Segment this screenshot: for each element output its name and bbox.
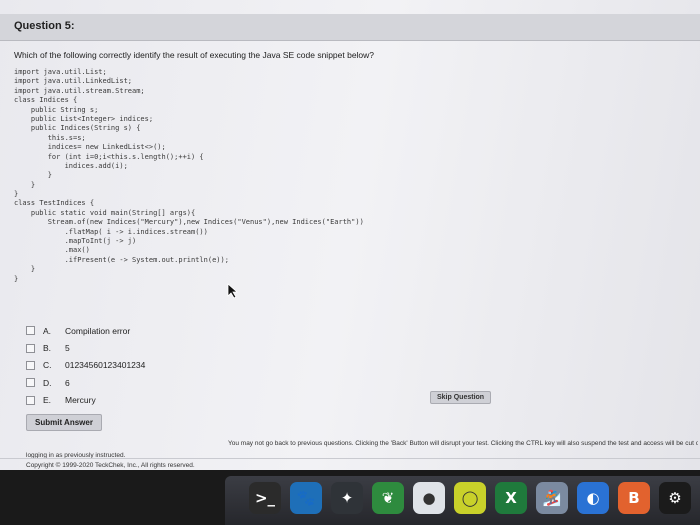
answer-text: Mercury	[65, 395, 96, 406]
submit-answer-button[interactable]: Submit Answer	[26, 414, 102, 431]
answer-option[interactable]: E. Mercury	[26, 392, 145, 409]
code-line: .mapToInt(j -> j)	[14, 237, 137, 246]
code-line: }	[14, 265, 36, 274]
answer-option[interactable]: B. 5	[26, 339, 145, 356]
skip-question-button[interactable]: Skip Question	[430, 391, 492, 404]
code-line: .flatMap( i -> i.indices.stream())	[14, 227, 208, 236]
code-line: import java.util.stream.Stream;	[14, 86, 145, 95]
mouse-pointer-icon	[227, 283, 239, 299]
code-line: .ifPresent(e -> System.out.println(e));	[14, 255, 229, 264]
answer-letter: A.	[43, 325, 52, 336]
answer-option[interactable]: C. 01234560123401234	[26, 357, 145, 374]
question-header: Question 5:	[0, 14, 700, 41]
code-line: for (int i=0;i<this.s.length();++i) {	[14, 152, 204, 161]
excel-icon[interactable]: X	[495, 482, 527, 514]
butterfly-icon[interactable]: ✦	[331, 482, 363, 514]
code-snippet: import java.util.List; import java.util.L…	[14, 68, 364, 284]
browser-viewport: Question 5: Which of the following corre…	[0, 0, 700, 470]
answer-option[interactable]: D. 6	[26, 374, 145, 391]
chrome-icon[interactable]: ●	[413, 482, 445, 514]
code-line: public List<Integer> indices;	[14, 114, 154, 123]
record-icon[interactable]: ◯	[454, 482, 486, 514]
answer-letter: C.	[43, 360, 52, 371]
taskbar-dock: >_ 🐾 ✦ ❦ ● ◯ X 🏂 ◐ B ⚙	[225, 476, 700, 525]
code-line: import java.util.List;	[14, 68, 107, 76]
code-line: }	[14, 274, 19, 283]
footer-divider	[0, 458, 700, 459]
code-line: public static void main(String[] args){	[14, 208, 196, 217]
paw-icon[interactable]: 🐾	[290, 482, 322, 514]
answer-text: 5	[65, 343, 70, 354]
code-line: public Indices(String s) {	[14, 124, 141, 133]
answer-options: A. Compilation error B. 5 C. 0123456012340123…	[26, 322, 145, 409]
answer-letter: D.	[43, 377, 52, 388]
leaf-icon[interactable]: ❦	[372, 482, 404, 514]
answer-checkbox[interactable]	[26, 343, 35, 353]
code-line: }	[14, 171, 52, 180]
answer-text: Compilation error	[65, 325, 131, 336]
answer-text: 6	[65, 377, 70, 388]
copyright-text: Copyright © 1999-2020 TeckChek, Inc., Al…	[26, 462, 195, 469]
b-icon[interactable]: B	[618, 482, 650, 514]
code-line: }	[14, 190, 19, 199]
code-line: }	[14, 180, 36, 189]
code-line: .max()	[14, 246, 90, 255]
code-line: class TestIndices {	[14, 199, 95, 208]
gear-icon[interactable]: ⚙	[659, 482, 691, 514]
answer-checkbox[interactable]	[26, 395, 35, 405]
answer-text: 01234560123401234	[65, 360, 146, 371]
code-line: Stream.of(new Indices("Mercury"),new Ind…	[14, 218, 364, 227]
answer-option[interactable]: A. Compilation error	[26, 322, 145, 339]
figure-icon[interactable]: 🏂	[536, 482, 568, 514]
answer-letter: B.	[43, 343, 52, 354]
question-title: Question 5:	[14, 20, 75, 32]
question-prompt: Which of the following correctly identif…	[14, 50, 375, 60]
notice-text-line1: You may not go back to previous question…	[228, 440, 698, 447]
terminal-icon[interactable]: >_	[249, 482, 281, 514]
answer-checkbox[interactable]	[26, 360, 35, 370]
answer-checkbox[interactable]	[26, 326, 35, 336]
code-line: class Indices {	[14, 96, 78, 105]
answer-checkbox[interactable]	[26, 378, 35, 388]
code-line: public String s;	[14, 105, 99, 114]
code-line: indices= new LinkedList<>();	[14, 143, 166, 152]
code-line: import java.util.LinkedList;	[14, 77, 133, 86]
code-line: indices.add(i);	[14, 161, 128, 170]
blue-circle-icon[interactable]: ◐	[577, 482, 609, 514]
code-line: this.s=s;	[14, 133, 86, 142]
answer-letter: E.	[43, 395, 52, 406]
